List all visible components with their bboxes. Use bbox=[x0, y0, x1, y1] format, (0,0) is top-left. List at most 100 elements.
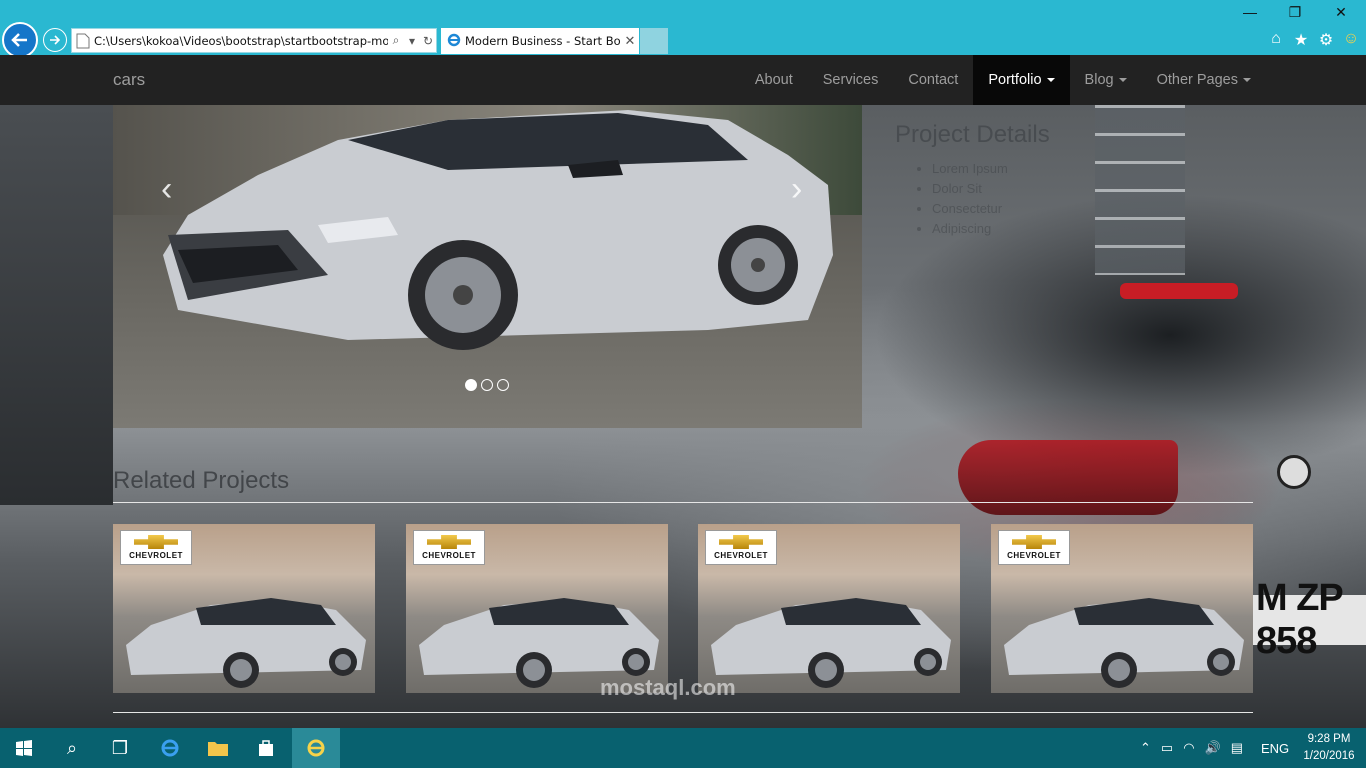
star-icon[interactable]: ★ bbox=[1291, 30, 1311, 50]
nav-label: Blog bbox=[1084, 72, 1114, 88]
caret-down-icon bbox=[1046, 78, 1055, 83]
car-image bbox=[711, 598, 951, 688]
logo-text: CHEVROLET bbox=[129, 551, 183, 560]
clock-date: 1/20/2016 bbox=[1303, 750, 1355, 762]
browser-tab[interactable]: Modern Business - Start Bo... ✕ bbox=[441, 28, 639, 54]
restore-icon[interactable]: ❐ bbox=[1280, 4, 1310, 21]
nav-item-blog[interactable]: Blog bbox=[1070, 55, 1142, 105]
related-projects-grid: CHEVROLET CHEVROLET CHEVROLET CHEVROLET bbox=[113, 524, 1253, 693]
web-page: M ZP 858 Project Details Lorem Ipsum Dol… bbox=[0, 55, 1366, 728]
page-icon bbox=[72, 29, 94, 52]
chevron-up-icon[interactable]: ⌃ bbox=[1140, 740, 1151, 756]
language-indicator[interactable]: ENG bbox=[1261, 728, 1289, 768]
list-item: Consectetur bbox=[932, 199, 1008, 219]
site-navbar: cars About Services Contact Portfolio Bl… bbox=[0, 55, 1366, 105]
background-window bbox=[1095, 105, 1185, 275]
nav-links: About Services Contact Portfolio Blog Ot… bbox=[740, 55, 1266, 105]
wifi-icon[interactable]: ◠ bbox=[1183, 740, 1194, 756]
list-item: Dolor Sit bbox=[932, 179, 1008, 199]
site-brand[interactable]: cars bbox=[113, 55, 145, 105]
nav-item-services[interactable]: Services bbox=[808, 55, 894, 105]
chevrolet-logo: CHEVROLET bbox=[705, 530, 777, 565]
project-details-title: Project Details bbox=[895, 121, 1050, 148]
related-projects-title: Related Projects bbox=[113, 467, 290, 494]
dropdown-icon[interactable]: ▾ bbox=[404, 34, 420, 48]
back-button[interactable] bbox=[2, 22, 38, 58]
logo-text: CHEVROLET bbox=[1007, 551, 1061, 560]
car-image bbox=[419, 598, 659, 688]
chevrolet-logo: CHEVROLET bbox=[998, 530, 1070, 565]
bowtie-icon bbox=[134, 535, 178, 549]
nav-item-contact[interactable]: Contact bbox=[893, 55, 973, 105]
windows-logo-icon bbox=[16, 740, 32, 756]
browser-chrome: C:\Users\kokoa\Videos\bootstrap\startboo… bbox=[0, 0, 1366, 58]
caret-down-icon bbox=[1243, 78, 1251, 83]
volume-icon[interactable]: 🔊 bbox=[1205, 740, 1221, 756]
close-tab-icon[interactable]: ✕ bbox=[621, 33, 639, 49]
nav-item-about[interactable]: About bbox=[740, 55, 808, 105]
background-taillight bbox=[958, 440, 1178, 515]
carousel-indicator[interactable] bbox=[465, 379, 477, 391]
nav-label: Portfolio bbox=[988, 72, 1042, 88]
tab-title: Modern Business - Start Bo... bbox=[465, 34, 621, 48]
file-explorer-icon[interactable] bbox=[194, 728, 242, 768]
carousel-indicators bbox=[465, 379, 509, 391]
license-plate: M ZP 858 bbox=[1250, 577, 1366, 662]
divider bbox=[113, 712, 1253, 713]
car-image bbox=[1004, 598, 1244, 688]
home-icon[interactable]: ⌂ bbox=[1266, 30, 1286, 48]
search-icon[interactable]: ⌕ bbox=[388, 33, 404, 48]
battery-icon[interactable]: ▭ bbox=[1161, 740, 1173, 756]
chevrolet-logo: CHEVROLET bbox=[413, 530, 485, 565]
clock-time: 9:28 PM bbox=[1307, 733, 1351, 745]
notification-icon[interactable]: ▤ bbox=[1231, 740, 1243, 756]
carousel-slide-image bbox=[163, 110, 833, 350]
carousel-indicator[interactable] bbox=[497, 379, 509, 391]
new-tab-button[interactable] bbox=[640, 28, 668, 54]
logo-text: CHEVROLET bbox=[422, 551, 476, 560]
address-url[interactable]: C:\Users\kokoa\Videos\bootstrap\startboo… bbox=[94, 34, 388, 48]
search-taskbar-icon[interactable]: ⌕ bbox=[48, 728, 96, 768]
list-item: Adipiscing bbox=[932, 219, 1008, 239]
bowtie-icon bbox=[719, 535, 763, 549]
start-button[interactable] bbox=[0, 728, 48, 768]
internet-explorer-icon[interactable] bbox=[292, 728, 340, 768]
project-thumbnail[interactable]: CHEVROLET bbox=[113, 524, 375, 693]
carousel-next-button[interactable]: › bbox=[791, 170, 802, 209]
nav-item-other-pages[interactable]: Other Pages bbox=[1142, 55, 1266, 105]
store-icon[interactable] bbox=[242, 728, 290, 768]
smiley-icon[interactable]: ☺ bbox=[1341, 30, 1361, 48]
system-tray: ⌃ ▭ ◠ 🔊 ▤ bbox=[1140, 728, 1260, 768]
project-details-list: Lorem Ipsum Dolor Sit Consectetur Adipis… bbox=[918, 159, 1008, 239]
address-bar[interactable]: C:\Users\kokoa\Videos\bootstrap\startboo… bbox=[71, 28, 437, 53]
nav-label: Other Pages bbox=[1156, 72, 1238, 88]
project-thumbnail[interactable]: CHEVROLET bbox=[698, 524, 960, 693]
chevrolet-logo: CHEVROLET bbox=[120, 530, 192, 565]
watermark: mostaql.com bbox=[600, 675, 736, 700]
task-view-icon[interactable]: ❐ bbox=[96, 728, 144, 768]
project-thumbnail[interactable]: CHEVROLET bbox=[991, 524, 1253, 693]
forward-arrow-icon bbox=[50, 35, 61, 45]
nav-item-portfolio[interactable]: Portfolio bbox=[973, 55, 1070, 105]
bowtie-icon bbox=[1012, 535, 1056, 549]
taskbar: ⌕ ❐ ⌃ ▭ ◠ 🔊 ▤ ENG 9:28 PM 1/20/2016 bbox=[0, 728, 1366, 768]
chevron-left-icon: ‹ bbox=[161, 170, 173, 208]
close-window-icon[interactable]: ✕ bbox=[1326, 4, 1356, 21]
back-arrow-icon bbox=[11, 33, 27, 47]
ie-tab-icon bbox=[447, 33, 461, 50]
bmw-logo-icon bbox=[1277, 455, 1311, 489]
minimize-icon[interactable]: — bbox=[1235, 4, 1265, 20]
carousel-indicator[interactable] bbox=[481, 379, 493, 391]
carousel-prev-button[interactable]: ‹ bbox=[161, 170, 172, 209]
background-brakelight bbox=[1120, 283, 1238, 299]
refresh-icon[interactable]: ↻ bbox=[420, 34, 436, 48]
forward-button[interactable] bbox=[43, 28, 67, 52]
background-photo bbox=[0, 105, 113, 505]
list-item: Lorem Ipsum bbox=[932, 159, 1008, 179]
project-thumbnail[interactable]: CHEVROLET bbox=[406, 524, 668, 693]
image-carousel: ‹ › bbox=[113, 105, 862, 428]
taskbar-clock[interactable]: 9:28 PM 1/20/2016 bbox=[1296, 731, 1362, 765]
car-image bbox=[126, 598, 366, 688]
edge-icon[interactable] bbox=[146, 728, 194, 768]
gear-icon[interactable]: ⚙ bbox=[1316, 30, 1336, 50]
